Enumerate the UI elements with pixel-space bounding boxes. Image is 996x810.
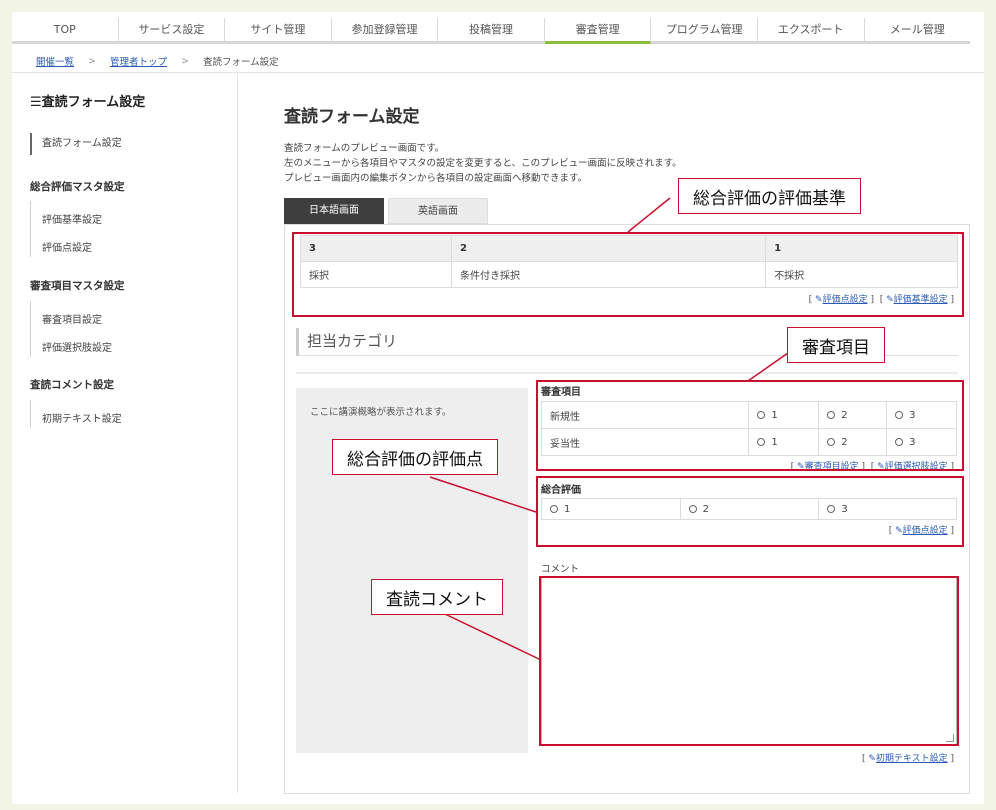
callout-evaluation-points: 総合評価の評価点	[332, 439, 498, 475]
comment-label: コメント	[541, 564, 580, 575]
nav-tab-site-management[interactable]: サイト管理	[225, 18, 332, 44]
chevron-right-icon: >	[88, 55, 96, 67]
sidebar-item-choices-settings[interactable]: 評価選択肢設定	[42, 339, 112, 354]
callout-criteria: 総合評価の評価基準	[678, 178, 861, 214]
callout-review-items: 審査項目	[787, 327, 885, 363]
chevron-right-icon: >	[181, 55, 189, 67]
nav-tab-export[interactable]: エクスポート	[757, 18, 865, 44]
page-title: 査読フォーム設定	[284, 107, 420, 127]
nav-tab-service-settings[interactable]: サービス設定	[118, 18, 226, 44]
divider	[296, 372, 958, 374]
nav-tab-registration[interactable]: 参加登録管理	[331, 18, 439, 44]
nav-tab-top[interactable]: TOP	[12, 18, 119, 44]
comment-edit-links: [ ✎初期テキスト設定 ]	[861, 754, 954, 764]
sidebar-item-initial-text[interactable]: 初期テキスト設定	[42, 410, 122, 425]
annotation-box-comment	[539, 576, 959, 746]
hamburger-icon: ☰	[30, 95, 42, 110]
sidebar-item-review-items-settings[interactable]: 審査項目設定	[42, 311, 102, 326]
abstract-placeholder-text: ここに講演概略が表示されます。	[310, 407, 452, 418]
annotation-box-criteria	[292, 232, 964, 317]
nav-tab-review[interactable]: 審査管理	[544, 18, 652, 44]
sidebar-section-line	[30, 201, 31, 257]
sidebar-section-overall-master: 総合評価マスタ設定	[30, 181, 125, 193]
pencil-icon: ✎	[868, 754, 876, 764]
top-navigation: TOP サービス設定 サイト管理 参加登録管理 投稿管理 審査管理 プログラム管…	[12, 18, 971, 44]
sidebar-title-text: 査読フォーム設定	[41, 95, 146, 110]
callout-review-comment: 査読コメント	[371, 579, 503, 615]
nav-tab-program[interactable]: プログラム管理	[651, 18, 758, 44]
sidebar-item-points-settings[interactable]: 評価点設定	[42, 239, 92, 254]
description-line: プレビュー画面内の編集ボタンから各項目の設定画面へ移動できます。	[284, 173, 588, 184]
sidebar-title: ☰査読フォーム設定	[30, 91, 145, 110]
tab-english[interactable]: 英語画面	[388, 198, 488, 224]
breadcrumb: 開催一覧 > 管理者トップ > 査読フォーム設定	[36, 54, 279, 69]
annotation-box-overall	[536, 476, 964, 547]
annotation-box-items	[536, 380, 964, 471]
sidebar: ☰査読フォーム設定 査読フォーム設定 総合評価マスタ設定 評価基準設定 評価点設…	[12, 73, 238, 793]
sidebar-section-line	[30, 301, 31, 357]
language-tabs: 日本語画面 英語画面	[284, 198, 488, 224]
sidebar-section-comment: 査読コメント設定	[30, 379, 114, 391]
tab-japanese[interactable]: 日本語画面	[284, 198, 384, 224]
sidebar-item-criteria-settings[interactable]: 評価基準設定	[42, 211, 102, 226]
breadcrumb-current: 査読フォーム設定	[202, 57, 279, 68]
sidebar-section-line	[30, 400, 31, 428]
nav-tab-submissions[interactable]: 投稿管理	[438, 18, 545, 44]
breadcrumb-link-events[interactable]: 開催一覧	[36, 54, 74, 68]
description-line: 査読フォームのプレビュー画面です。	[284, 143, 445, 154]
initial-text-settings-link[interactable]: 初期テキスト設定	[876, 754, 948, 764]
sidebar-item-review-form[interactable]: 査読フォーム設定	[30, 133, 122, 155]
sidebar-section-items-master: 審査項目マスタ設定	[30, 280, 125, 292]
nav-tab-mail[interactable]: メール管理	[864, 18, 971, 44]
breadcrumb-link-admin-top[interactable]: 管理者トップ	[110, 54, 167, 68]
description-line: 左のメニューから各項目やマスタの設定を変更すると、このプレビュー画面に反映されま…	[284, 158, 682, 169]
